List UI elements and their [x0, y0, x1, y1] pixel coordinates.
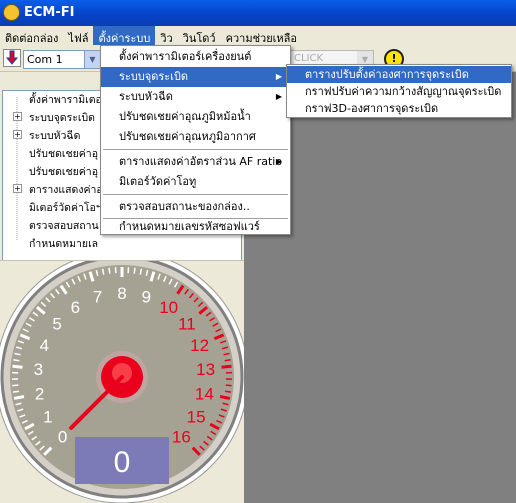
download-button[interactable]	[3, 49, 21, 67]
menu-separator	[103, 149, 288, 150]
submenu-item-timing-table[interactable]: ตารางปรับตั้งค่าองศาการจุดระเบิด	[287, 66, 511, 83]
gauge-tick	[139, 268, 143, 275]
submenu-arrow-icon: ▶	[275, 92, 282, 101]
gauge-tick-label: 4	[40, 336, 49, 355]
disabled-select-value: CLICK	[294, 53, 324, 64]
ignition-submenu: ตารางปรับตั้งค่าองศาการจุดระเบิด กราฟปรั…	[286, 64, 512, 118]
menu-connect[interactable]: ติดต่อกล่อง	[0, 26, 63, 45]
menu-file[interactable]: ไฟล์	[63, 26, 93, 45]
gauge-tick	[13, 395, 25, 400]
gauge-tick-label: 14	[195, 384, 214, 403]
window-title: ECM-FI	[24, 5, 75, 20]
gauge-tick-label: 6	[71, 298, 80, 317]
menu-item-af-ratio[interactable]: ตารางแสดงค่าอัตราส่วน AF ratio ▶	[101, 152, 290, 172]
submenu-item-3d-graph[interactable]: กราฟ3D-องศาการจุดระเบิด	[287, 100, 511, 117]
gauge-tick	[219, 395, 231, 400]
menu-item-coolant-comp[interactable]: ปรับชดเชยค่าอุณภูมิหม้อน้ำ	[101, 107, 290, 127]
menu-item-ignition[interactable]: ระบบจุดระเบิด ▶	[101, 67, 290, 87]
gauge-tick-label: 10	[159, 298, 178, 317]
gauge-tick-label: 8	[117, 284, 126, 303]
title-bar: ECM-FI	[0, 0, 516, 26]
gauge-tick	[12, 364, 23, 369]
menu-item-air-comp[interactable]: ปรับชดเชยค่าอุณหภูมิอากาศ	[101, 127, 290, 147]
menu-settings[interactable]: ตั้งค่าระบบ	[93, 26, 156, 45]
gauge-tick-label: 16	[172, 427, 191, 446]
com-port-select[interactable]: Com 1 ▼	[23, 50, 101, 69]
gauge-tick	[101, 268, 105, 275]
expand-icon[interactable]: +	[13, 130, 22, 139]
submenu-arrow-icon: ▶	[275, 157, 282, 166]
gauge-tick-label: 5	[52, 315, 61, 334]
rpm-gauge-panel: 0 1 2 3 4 5 6 7 8 9 10 11 12 13 14 15 16 0	[0, 260, 244, 503]
gauge-tick	[133, 267, 136, 274]
expand-icon[interactable]: +	[13, 112, 22, 121]
submenu-arrow-icon: ▶	[275, 72, 282, 81]
gauge-tick-label: 9	[142, 288, 151, 307]
com-port-value: Com 1	[27, 53, 63, 66]
gauge-tick-label: 11	[178, 315, 196, 334]
menu-help[interactable]: ความช่วยเหลือ	[221, 26, 302, 45]
submenu-item-dwell-graph[interactable]: กราฟปรับค่าความกว้างสัญญาณจุดระเบิด	[287, 83, 511, 100]
menu-bar: ติดต่อกล่อง ไฟล์ ตั้งค่าระบบ วิว วินโดว์…	[0, 26, 516, 45]
gauge-tick	[221, 364, 232, 369]
gauge-tick	[12, 390, 20, 393]
gauge-tick	[108, 267, 111, 274]
gauge-tick-label: 2	[35, 384, 44, 403]
menu-item-o2-meter[interactable]: มิเตอร์วัดค่าโอทู	[101, 172, 290, 192]
gauge-tick	[224, 359, 231, 362]
app-icon	[3, 4, 20, 21]
down-arrow-icon	[4, 50, 20, 66]
menu-view[interactable]: วิว	[155, 26, 177, 45]
gauge-tick-label: 1	[43, 408, 52, 427]
gauge-tick-label: 3	[34, 360, 43, 379]
gauge-tick-label: 0	[58, 427, 67, 446]
gauge-tick	[13, 359, 20, 362]
menu-item-status[interactable]: ตรวจสอบสถานะของกล่อง..	[101, 197, 290, 217]
gauge-tick-label: 12	[190, 336, 209, 355]
menu-item-injection[interactable]: ระบบหัวฉีด ▶	[101, 87, 290, 107]
gauge-tick	[224, 390, 232, 393]
expand-icon[interactable]: +	[13, 184, 22, 193]
rpm-readout: 0	[114, 446, 131, 479]
gauge-tick-label: 7	[93, 288, 102, 307]
menu-separator	[103, 194, 288, 195]
settings-menu: ตั้งค่าพารามิเตอร์เครื่องยนต์ ระบบจุดระเ…	[100, 45, 291, 235]
gauge-tick-label: 13	[196, 360, 215, 379]
chevron-down-icon[interactable]: ▼	[84, 51, 100, 68]
gauge-tick-label: 15	[187, 408, 206, 427]
rpm-gauge: 01234567 8 910111213141516 0	[0, 261, 244, 503]
menu-window[interactable]: วินโดว์	[178, 26, 221, 45]
menu-item-software-id[interactable]: กำหนดหมายเลขรหัสซอฟแวร์	[101, 219, 290, 235]
menu-item-engine-params[interactable]: ตั้งค่าพารามิเตอร์เครื่องยนต์	[101, 47, 290, 67]
